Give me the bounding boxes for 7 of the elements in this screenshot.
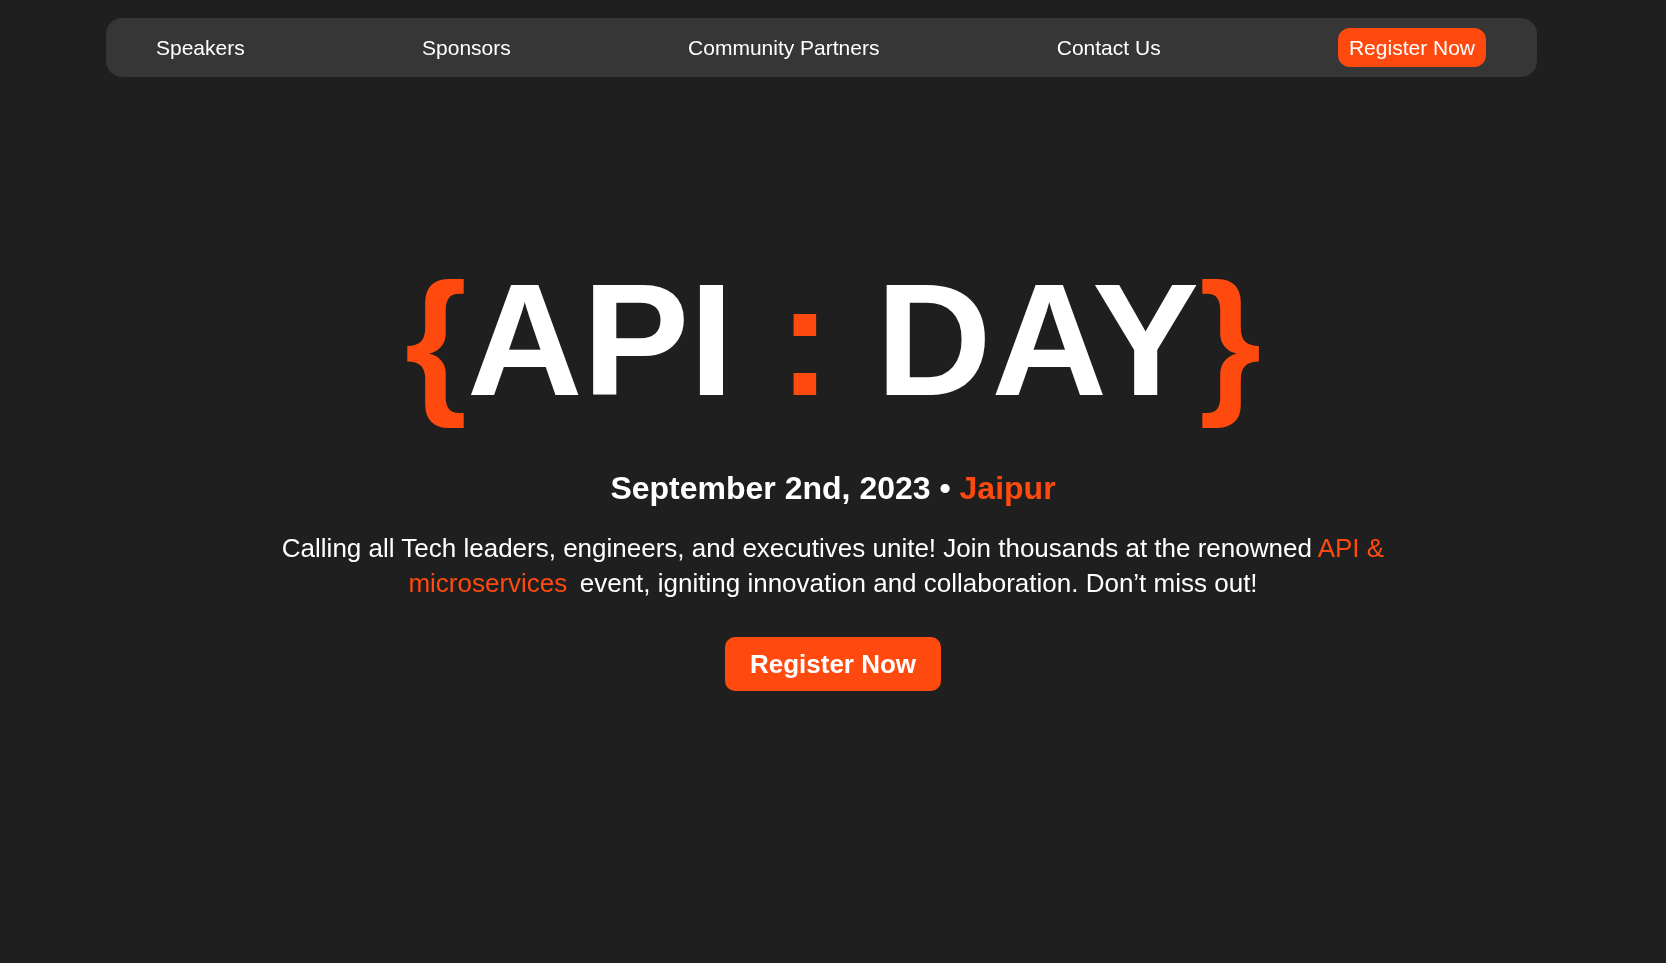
nav-link[interactable]: Speakers xyxy=(156,34,245,61)
nav-link[interactable]: Community Partners xyxy=(688,34,880,61)
event-title: {API : DAY} xyxy=(404,249,1262,431)
event-date-location: September 2nd, 2023 • Jaipur xyxy=(610,469,1056,507)
nav-link[interactable]: Sponsors xyxy=(422,34,511,61)
nav-link[interactable]: Contact Us xyxy=(1056,34,1161,61)
event-description: Calling all Tech leaders, engineers, and executives unite! Join thousands at the renowned API & microservices event, igniting innovation and collaboration. Don’t miss out! xyxy=(280,532,1386,600)
